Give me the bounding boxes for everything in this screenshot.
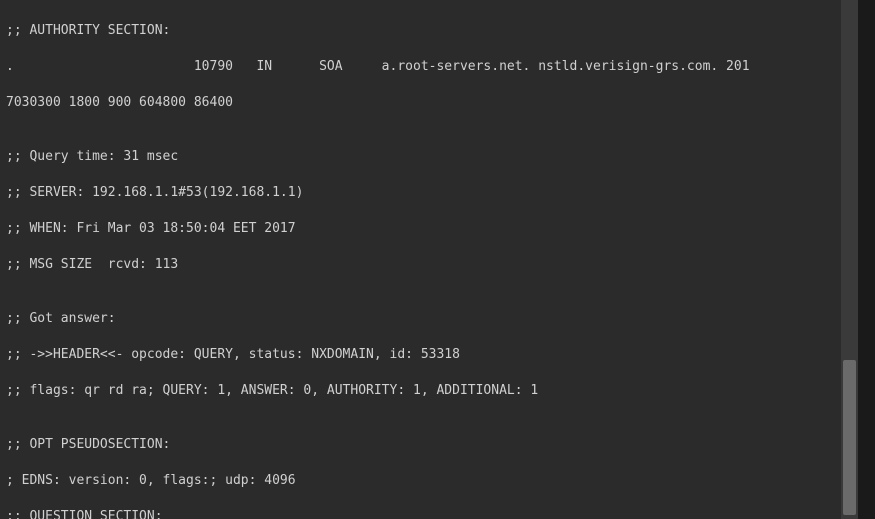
- terminal-window: ;; AUTHORITY SECTION: . 10790 IN SOA a.r…: [0, 0, 858, 519]
- output-line: 7030300 1800 900 604800 86400: [6, 94, 852, 112]
- output-line: ;; ->>HEADER<<- opcode: QUERY, status: N…: [6, 346, 852, 364]
- output-line: ;; Got answer:: [6, 310, 852, 328]
- scrollbar-thumb[interactable]: [843, 360, 856, 515]
- output-line: . 10790 IN SOA a.root-servers.net. nstld…: [6, 58, 852, 76]
- terminal-output[interactable]: ;; AUTHORITY SECTION: . 10790 IN SOA a.r…: [0, 0, 858, 519]
- output-line: ;; AUTHORITY SECTION:: [6, 22, 852, 40]
- output-line: ;; QUESTION SECTION:: [6, 508, 852, 519]
- output-line: ;; flags: qr rd ra; QUERY: 1, ANSWER: 0,…: [6, 382, 852, 400]
- output-line: ;; SERVER: 192.168.1.1#53(192.168.1.1): [6, 184, 852, 202]
- output-line: ;; Query time: 31 msec: [6, 148, 852, 166]
- output-line: ; EDNS: version: 0, flags:; udp: 4096: [6, 472, 852, 490]
- output-line: ;; MSG SIZE rcvd: 113: [6, 256, 852, 274]
- output-line: ;; WHEN: Fri Mar 03 18:50:04 EET 2017: [6, 220, 852, 238]
- scrollbar-track[interactable]: [841, 0, 858, 519]
- output-line: ;; OPT PSEUDOSECTION:: [6, 436, 852, 454]
